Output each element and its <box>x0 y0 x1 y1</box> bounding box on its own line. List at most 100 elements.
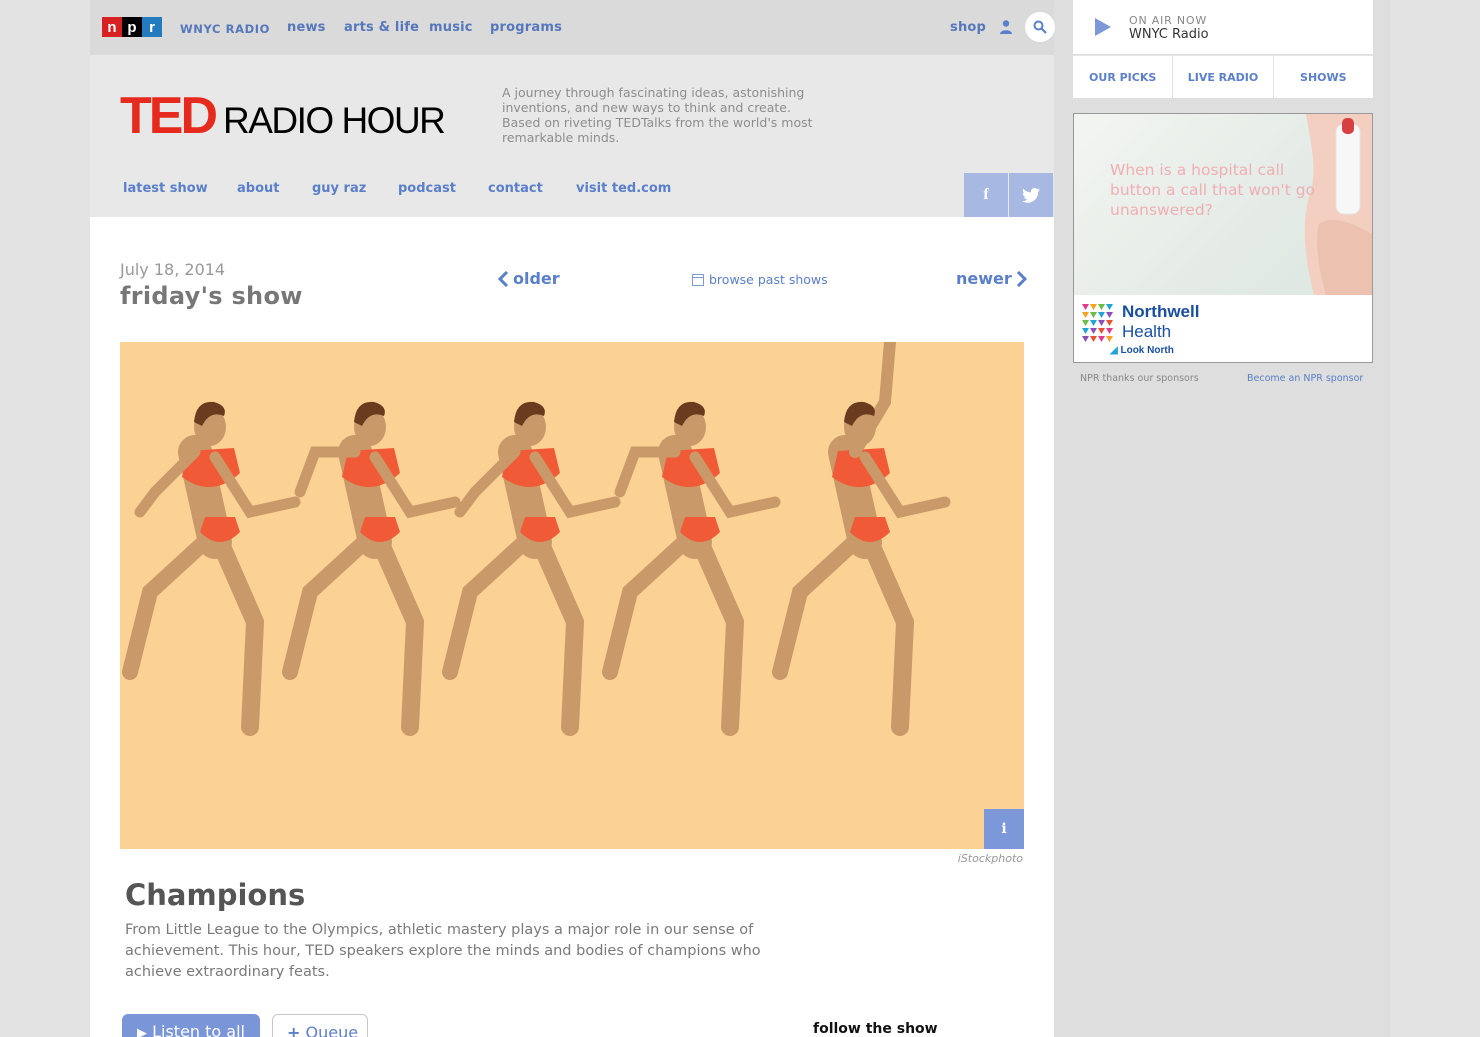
npr-logo-p: p <box>122 17 142 37</box>
top-navigation: n p r WNYC RADIO news arts & life music … <box>90 0 1055 55</box>
npr-logo[interactable]: n p r <box>102 17 162 37</box>
on-air-station: WNYC Radio <box>1129 27 1209 42</box>
become-sponsor-link[interactable]: Become an NPR sponsor <box>1247 373 1363 384</box>
newer-link[interactable]: newer <box>956 269 1027 288</box>
facebook-icon: f <box>983 186 989 203</box>
tab-live-radio[interactable]: LIVE RADIO <box>1173 56 1274 98</box>
plus-icon: + <box>287 1023 301 1037</box>
show-header: TED RADIO HOUR A journey through fascina… <box>90 55 1054 217</box>
ted-radio-hour-logo[interactable]: TED RADIO HOUR <box>120 87 446 145</box>
nav-arts-life[interactable]: arts & life <box>344 20 419 35</box>
ad-image: When is a hospital call button a call th… <box>1074 114 1372 295</box>
chevron-left-icon <box>498 270 509 287</box>
show-nav-latest[interactable]: latest show <box>123 181 208 196</box>
ad-tagline: ◢ Look North <box>1110 345 1174 356</box>
arrow-icon: ◢ <box>1110 345 1118 356</box>
image-credit: iStockphoto <box>957 852 1023 865</box>
story-description: From Little League to the Olympics, athl… <box>125 922 761 980</box>
tab-shows[interactable]: SHOWS <box>1274 56 1373 98</box>
show-nav-podcast[interactable]: podcast <box>398 181 456 196</box>
runner-leg-front <box>861 533 915 736</box>
ad-headline: When is a hospital call button a call th… <box>1110 161 1316 219</box>
browse-label: browse past shows <box>709 272 828 287</box>
twitter-icon <box>1022 187 1040 203</box>
logo-triangle <box>1090 312 1097 318</box>
tab-our-picks[interactable]: OUR PICKS <box>1073 56 1174 98</box>
older-label: older <box>513 269 560 288</box>
queue-label: Queue <box>305 1023 359 1037</box>
on-air-player[interactable]: ON AIR NOW WNYC Radio <box>1073 0 1373 54</box>
runner-leg-back <box>282 529 378 680</box>
logo-triangle <box>1090 336 1097 342</box>
episode-image <box>120 342 1024 849</box>
ad-brand-area: Northwell Health ◢ Look North <box>1074 295 1372 362</box>
queue-button[interactable]: + Queue <box>272 1014 368 1037</box>
logo-triangle <box>1090 304 1097 310</box>
show-nav-contact[interactable]: contact <box>488 181 543 196</box>
episode-title: friday's show <box>120 282 303 310</box>
follow-the-show-heading: follow the show <box>813 1021 938 1037</box>
sponsor-thanks: NPR thanks our sponsors <box>1080 373 1199 384</box>
listen-all-label: Listen to all <box>152 1022 245 1037</box>
show-nav-visit-ted[interactable]: visit ted.com <box>576 181 671 196</box>
runner-leg-back <box>602 529 698 680</box>
npr-logo-r: r <box>142 17 162 37</box>
runner-leg-front <box>691 533 745 736</box>
browse-past-shows-link[interactable]: browse past shows <box>692 272 828 287</box>
facebook-button[interactable]: f <box>964 173 1008 217</box>
play-icon: ▶ <box>137 1026 147 1037</box>
runner-leg-back <box>442 529 538 680</box>
calendar-icon <box>692 273 704 286</box>
logo-triangle <box>1098 304 1105 310</box>
chevron-right-icon <box>1016 270 1027 287</box>
rail-tabs: OUR PICKS LIVE RADIO SHOWS <box>1073 55 1373 98</box>
logo-triangle <box>1082 328 1089 334</box>
sponsor-ad[interactable]: When is a hospital call button a call th… <box>1073 113 1373 363</box>
logo-triangle <box>1082 320 1089 326</box>
runner-leg-back <box>772 529 868 680</box>
logo-triangle <box>1106 336 1113 342</box>
runner-leg-front <box>531 533 585 736</box>
runners-illustration <box>122 342 951 736</box>
logo-triangle <box>1098 320 1105 326</box>
station-link[interactable]: WNYC RADIO <box>180 22 270 36</box>
logo-triangle <box>1106 312 1113 318</box>
nav-music[interactable]: music <box>429 20 473 35</box>
nav-programs[interactable]: programs <box>490 20 562 35</box>
northwell-logo-icon <box>1082 304 1113 342</box>
on-air-label: ON AIR NOW <box>1129 14 1208 27</box>
twitter-button[interactable]: t <box>1009 173 1053 217</box>
logo-ted: TED <box>120 87 218 145</box>
runner-leg-front <box>371 533 425 736</box>
brand-line-2: Health <box>1122 322 1172 341</box>
nav-shop[interactable]: shop <box>950 20 986 35</box>
show-nav-about[interactable]: about <box>237 181 279 196</box>
brand-line-1: Northwell <box>1122 302 1200 321</box>
user-icon[interactable] <box>999 19 1013 35</box>
logo-triangle <box>1106 328 1113 334</box>
logo-triangle <box>1098 336 1105 342</box>
older-link[interactable]: older <box>498 269 560 288</box>
logo-triangle <box>1082 312 1089 318</box>
show-tagline: A journey through fascinating ideas, ast… <box>502 85 813 145</box>
search-icon <box>1033 20 1047 34</box>
listen-all-button[interactable]: ▶ Listen to all <box>122 1014 260 1037</box>
show-nav-guy-raz[interactable]: guy raz <box>312 181 366 196</box>
logo-triangle <box>1082 336 1089 342</box>
logo-triangle <box>1098 328 1105 334</box>
northwell-brand: Northwell Health <box>1122 302 1199 342</box>
newer-label: newer <box>956 269 1012 288</box>
search-button[interactable] <box>1025 12 1055 42</box>
story-title: Champions <box>125 878 306 912</box>
episode-date: July 18, 2014 <box>120 260 226 279</box>
image-info-button[interactable]: i <box>984 809 1024 849</box>
play-live-icon[interactable] <box>1095 18 1111 36</box>
runner-leg-back <box>122 529 218 680</box>
logo-triangle <box>1090 328 1097 334</box>
nav-news[interactable]: news <box>287 20 326 35</box>
logo-triangle <box>1106 320 1113 326</box>
logo-triangle <box>1082 304 1089 310</box>
logo-triangle <box>1090 320 1097 326</box>
ad-tagline-text: Look North <box>1120 345 1174 356</box>
npr-logo-n: n <box>102 17 122 37</box>
